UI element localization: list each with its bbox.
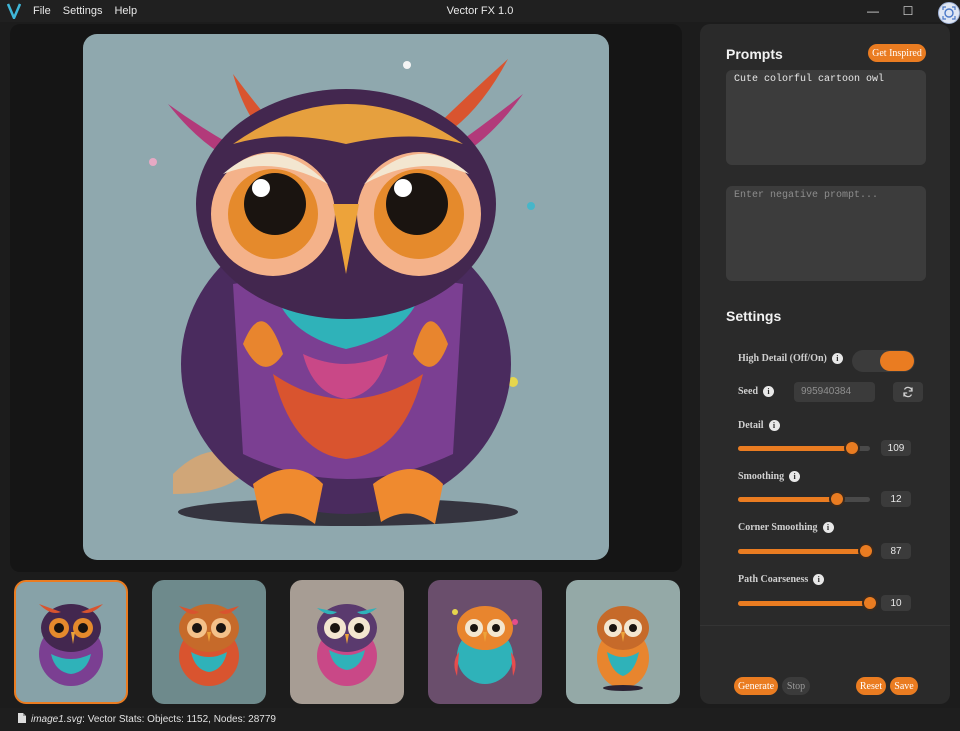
path-coarseness-text: Path Coarseness — [738, 574, 809, 585]
status-file-name: image1.svg — [31, 714, 83, 725]
info-icon[interactable]: i — [813, 574, 825, 585]
detail-slider[interactable] — [738, 440, 870, 456]
toggle-knob — [880, 351, 914, 371]
refresh-seed-button[interactable] — [893, 382, 923, 402]
get-inspired-button[interactable]: Get Inspired — [868, 44, 926, 62]
main-image-owl — [83, 34, 609, 560]
negative-prompt-input[interactable]: Enter negative prompt... — [726, 186, 926, 281]
slider-fill — [738, 549, 866, 554]
path-coarseness-label: Path Coarseness i — [738, 574, 825, 585]
thumbnail-3[interactable] — [290, 580, 404, 704]
minimize-button[interactable]: — — [858, 0, 888, 22]
menu-file[interactable]: File — [33, 5, 51, 17]
high-detail-label: High Detail (Off/On) i — [738, 353, 843, 364]
slider-handle[interactable] — [858, 543, 874, 559]
generate-button[interactable]: Generate — [734, 677, 778, 695]
slider-handle[interactable] — [862, 595, 878, 611]
thumbnail-5[interactable] — [566, 580, 680, 704]
prompt-input[interactable]: Cute colorful cartoon owl — [726, 70, 926, 165]
info-icon[interactable]: i — [763, 386, 774, 397]
detail-label: Detail i — [738, 420, 780, 431]
path-coarseness-slider[interactable] — [738, 595, 878, 611]
thumbnail-strip — [14, 580, 684, 704]
save-button[interactable]: Save — [890, 677, 918, 695]
panel-divider — [700, 625, 950, 626]
corner-smoothing-slider[interactable] — [738, 543, 874, 559]
menu-help[interactable]: Help — [114, 5, 137, 17]
smoothing-label: Smoothing i — [738, 471, 801, 482]
seed-label: Seed i — [738, 386, 774, 397]
detail-value[interactable]: 109 — [881, 440, 911, 456]
high-detail-toggle[interactable] — [852, 350, 915, 372]
thumbnail-2[interactable] — [152, 580, 266, 704]
status-vector-stats: : Vector Stats: Objects: 1152, Nodes: 28… — [82, 714, 276, 725]
corner-smoothing-value[interactable]: 87 — [881, 543, 911, 559]
seed-text: Seed — [738, 386, 758, 397]
slider-fill — [738, 446, 852, 451]
thumbnail-1[interactable] — [14, 580, 128, 704]
v-logo-icon — [3, 0, 25, 22]
refresh-icon — [903, 386, 913, 398]
info-icon[interactable]: i — [768, 420, 780, 431]
slider-fill — [738, 497, 837, 502]
file-icon — [18, 713, 26, 726]
info-icon[interactable]: i — [822, 522, 834, 533]
prompts-heading: Prompts — [726, 46, 783, 62]
status-bar: image1.svg : Vector Stats: Objects: 1152… — [0, 708, 960, 731]
side-panel: Prompts Get Inspired Cute colorful carto… — [700, 24, 950, 704]
detail-text: Detail — [738, 420, 764, 431]
slider-fill — [738, 601, 870, 606]
slider-handle[interactable] — [844, 440, 860, 456]
stop-button[interactable]: Stop — [782, 677, 810, 695]
seed-input[interactable]: 995940384 — [794, 382, 875, 402]
assistant-icon — [942, 6, 956, 20]
smoothing-value[interactable]: 12 — [881, 491, 911, 507]
path-coarseness-value[interactable]: 10 — [881, 595, 911, 611]
slider-handle[interactable] — [829, 491, 845, 507]
menu-settings[interactable]: Settings — [63, 5, 103, 17]
high-detail-text: High Detail (Off/On) — [738, 353, 827, 364]
smoothing-text: Smoothing — [738, 471, 785, 482]
reset-button[interactable]: Reset — [856, 677, 886, 695]
maximize-button[interactable]: ☐ — [893, 0, 923, 22]
info-icon[interactable]: i — [831, 353, 843, 364]
title-bar: File Settings Help Vector FX 1.0 — ☐ — [0, 0, 960, 24]
corner-smoothing-label: Corner Smoothing i — [738, 522, 834, 533]
corner-smoothing-text: Corner Smoothing — [738, 522, 818, 533]
smoothing-slider[interactable] — [738, 491, 870, 507]
settings-heading: Settings — [726, 308, 782, 324]
menu-bar: File Settings Help — [33, 5, 149, 17]
assistant-button[interactable] — [938, 2, 960, 24]
thumbnail-4[interactable] — [428, 580, 542, 704]
info-icon[interactable]: i — [789, 471, 801, 482]
